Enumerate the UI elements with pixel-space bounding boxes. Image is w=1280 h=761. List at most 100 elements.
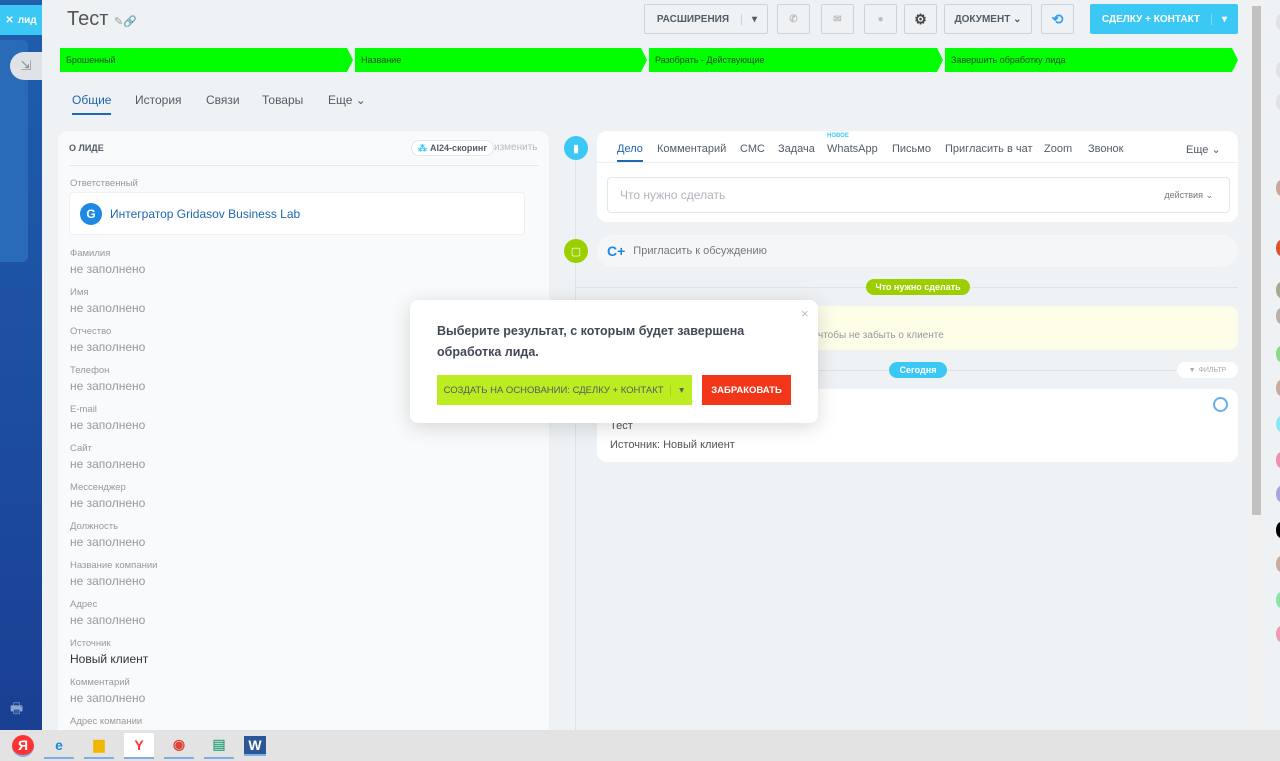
field-label: Фамилия [70, 248, 111, 259]
timeline-more[interactable]: Еще ⌄ [1186, 143, 1221, 156]
settings-button[interactable]: ⚙ [904, 4, 937, 34]
timeline-tab[interactable]: Звонок [1088, 143, 1124, 155]
divider [597, 162, 1238, 163]
field-value[interactable]: не заполнено [70, 535, 145, 549]
field-value[interactable]: не заполнено [70, 301, 145, 315]
field-label: Адрес [70, 599, 98, 610]
avatar[interactable] [1276, 308, 1280, 324]
timeline-tab[interactable]: Дело [617, 143, 643, 162]
responsible-user[interactable]: G Интегратор Gridasov Business Lab [69, 192, 525, 235]
filter-button[interactable]: ▼ ФИЛЬТР [1177, 362, 1238, 378]
ai-scoring-button[interactable]: ⁂ AI24-скоринг [411, 140, 495, 156]
tab-products[interactable]: Товары [262, 93, 303, 107]
stage-2[interactable]: Название [355, 48, 647, 72]
yandex-icon[interactable]: Я [12, 734, 34, 757]
lead-close-tab[interactable]: ✕ лид [0, 5, 42, 35]
avatar[interactable] [1276, 592, 1280, 608]
sync-button[interactable]: ⟲ [1041, 4, 1074, 34]
field-value[interactable]: не заполнено [70, 457, 145, 471]
field-value[interactable]: не заполнено [70, 262, 145, 276]
app-icon[interactable]: ▤ [204, 733, 234, 759]
chevron-down-icon: ⌄ [355, 93, 366, 107]
avatar[interactable] [1276, 452, 1280, 468]
close-icon[interactable]: × [801, 306, 809, 321]
field-label: Имя [70, 287, 89, 298]
timeline-tab[interactable]: СМС [740, 143, 765, 155]
field-value[interactable]: не заполнено [70, 379, 145, 393]
stage-3[interactable]: Разобрать - Действующие [649, 48, 943, 72]
edit-link[interactable]: изменить [494, 142, 538, 153]
field-label: Источник [70, 638, 111, 649]
field-value[interactable]: Новый клиент [70, 652, 148, 666]
taskbar: Я e ▆ Y ◉ ▤ W [0, 730, 1280, 761]
field-label: Название компании [70, 560, 158, 571]
avatar[interactable] [1276, 346, 1280, 362]
close-icon: ✕ [5, 14, 14, 26]
field-value[interactable]: не заполнено [70, 691, 145, 705]
scrollbar-thumb[interactable] [1252, 6, 1261, 515]
avatar[interactable] [1276, 14, 1280, 30]
document-button[interactable]: ДОКУМЕНТ ⌄ [944, 4, 1032, 34]
avatar[interactable] [1276, 626, 1280, 642]
avatar[interactable] [1276, 282, 1280, 298]
chevron-down-icon[interactable]: ▾ [1210, 13, 1237, 25]
timeline-tab[interactable]: Пригласить в чат [945, 143, 1033, 155]
edit-pencil-icon[interactable]: ✎ [114, 16, 123, 28]
avatar[interactable] [1276, 180, 1280, 196]
field-value[interactable]: не заполнено [70, 574, 145, 588]
field-label: Мессенджер [70, 482, 126, 493]
chat-icon: ● [877, 13, 884, 25]
file-explorer-icon[interactable]: ▆ [84, 733, 114, 759]
create-deal-contact-button[interactable]: СОЗДАТЬ НА ОСНОВАНИИ: СДЕЛКУ + КОНТАКТ ▾ [437, 375, 692, 405]
stage-1[interactable]: Брошенный [60, 48, 353, 72]
invite-discussion[interactable]: C+ Пригласить к обсуждению [597, 235, 1238, 267]
timeline-tab[interactable]: Задача [778, 143, 815, 155]
avatar[interactable] [1276, 522, 1280, 538]
avatar[interactable] [1276, 94, 1280, 110]
actions-dropdown[interactable]: действия ⌄ [1164, 190, 1213, 201]
edge-icon[interactable]: e [44, 733, 74, 759]
chrome-icon[interactable]: ◉ [164, 733, 194, 759]
chat-button[interactable]: ● [864, 4, 897, 34]
field-value[interactable]: не заполнено [70, 418, 145, 432]
section-heading: О ЛИДЕ [69, 143, 104, 153]
avatar[interactable] [1276, 416, 1280, 432]
minimize-button[interactable]: ⇲ [10, 52, 42, 80]
tab-links[interactable]: Связи [206, 93, 240, 107]
document-label: ДОКУМЕНТ [954, 13, 1011, 25]
page-title[interactable]: Тест ✎🔗 [67, 8, 137, 31]
reject-button[interactable]: ЗАБРАКОВАТЬ [702, 375, 791, 405]
user-add-icon: C+ [607, 243, 626, 259]
extensions-button[interactable]: РАСШИРЕНИЯ ▾ [644, 4, 768, 34]
convert-button[interactable]: СДЕЛКУ + КОНТАКТ ▾ [1090, 4, 1238, 34]
timeline-tab[interactable]: Zoom [1044, 143, 1072, 155]
tab-history[interactable]: История [135, 93, 182, 107]
field-value[interactable]: не заполнено [70, 613, 145, 627]
yandex-browser-icon[interactable]: Y [124, 732, 154, 759]
stage-4[interactable]: Завершить обработку лида [945, 48, 1238, 72]
chat-bubble-icon: ▢ [564, 239, 588, 263]
arrow-down-right-icon: ⇲ [20, 58, 32, 73]
tab-more[interactable]: Еще ⌄ [328, 93, 366, 107]
todo-input[interactable]: Что нужно сделать действия ⌄ [607, 177, 1230, 213]
avatar[interactable] [1276, 380, 1280, 396]
avatar[interactable] [1276, 62, 1280, 78]
link-icon[interactable]: 🔗 [123, 16, 137, 28]
timeline-tab[interactable]: Письмо [892, 143, 931, 155]
tab-general[interactable]: Общие [72, 93, 112, 115]
email-button[interactable]: ✉ [821, 4, 854, 34]
timeline-tab[interactable]: WhatsApp [827, 143, 878, 155]
word-icon[interactable]: W [244, 735, 266, 756]
timeline-tab[interactable]: Комментарий [657, 143, 726, 155]
chevron-down-icon[interactable]: ▾ [670, 384, 692, 396]
avatar[interactable] [1276, 486, 1280, 502]
printer-icon[interactable]: 🖶 [10, 698, 23, 722]
avatar[interactable] [1276, 240, 1280, 256]
responsible-name: Интегратор Gridasov Business Lab [110, 206, 301, 221]
avatar[interactable] [1276, 556, 1280, 572]
field-value[interactable]: не заполнено [70, 496, 145, 510]
refresh-icon: ⟲ [1051, 10, 1064, 27]
chevron-down-icon[interactable]: ▾ [740, 13, 767, 25]
call-button[interactable]: ✆ [777, 4, 810, 34]
field-value[interactable]: не заполнено [70, 340, 145, 354]
